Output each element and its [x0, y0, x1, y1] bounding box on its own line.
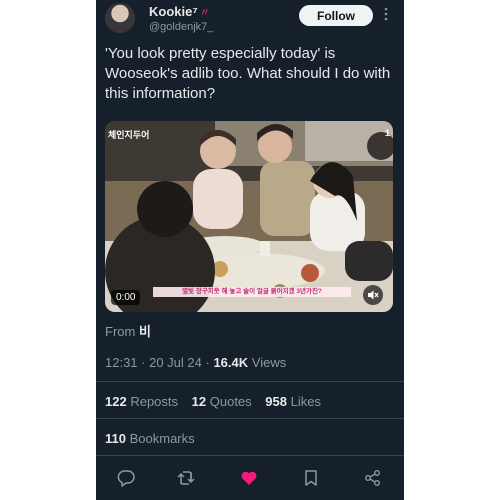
likes-label: Likes	[290, 394, 321, 409]
bookmarks-label: Bookmarks	[129, 431, 195, 446]
tweet-text: 'You look pretty especially today' is Wo…	[105, 45, 391, 102]
views-count: 16.4K	[213, 355, 249, 370]
quotes-stat[interactable]: 12 Quotes	[192, 394, 252, 409]
avatar[interactable]	[105, 3, 135, 33]
likes-count: 958	[265, 394, 287, 409]
from-label: From	[105, 324, 136, 339]
from-row: From 비	[105, 321, 151, 340]
more-options-icon[interactable]	[384, 7, 388, 24]
reposts-count: 122	[105, 394, 127, 409]
divider	[96, 418, 404, 419]
reposts-stat[interactable]: 122 Reposts	[105, 394, 178, 409]
video-duration: 0:00	[111, 290, 141, 305]
mute-icon[interactable]	[363, 285, 383, 305]
show-logo: 체인지두어	[108, 130, 150, 140]
quotes-count: 12	[191, 394, 207, 409]
quotes-label: Quotes	[209, 394, 252, 409]
action-bar	[96, 467, 404, 489]
from-value[interactable]: 비	[139, 324, 151, 339]
show-corner-mark: 1	[384, 128, 390, 138]
divider	[96, 455, 404, 456]
reposts-label: Reposts	[130, 394, 179, 409]
bookmark-icon[interactable]	[300, 467, 322, 489]
repost-icon[interactable]	[175, 467, 197, 489]
likes-stat[interactable]: 958 Likes	[265, 394, 321, 409]
author-name[interactable]: Kookie⁷ 〃	[149, 4, 210, 19]
tweet-meta: 12:31 · 20 Jul 24 · 16.4K Views	[105, 355, 287, 370]
author-handle[interactable]: @goldenjk7_	[149, 21, 213, 33]
author-name-text: Kookie⁷	[149, 4, 198, 19]
follow-button[interactable]: Follow	[299, 5, 373, 26]
tweet-time[interactable]: 12:31	[105, 355, 138, 370]
engagement-stats: 122 Reposts 12 Quotes 958 Likes	[105, 394, 331, 409]
reply-icon[interactable]	[115, 467, 137, 489]
video-player[interactable]: 체인지두어 1 별빛 장구치듯 해 놓고 술이 얼굴 붉어지겠 3년가진? 0:…	[105, 121, 393, 312]
tweet-detail-panel: Kookie⁷ 〃 @goldenjk7_ Follow 'You look pr…	[96, 0, 404, 500]
share-icon[interactable]	[362, 467, 384, 489]
author-badge-icon: 〃	[199, 8, 210, 19]
bookmarks-count: 110	[105, 431, 126, 446]
views-label: Views	[251, 355, 287, 370]
tweet-date[interactable]: 20 Jul 24	[149, 355, 202, 370]
bookmarks-stat[interactable]: 110 Bookmarks	[105, 431, 195, 446]
divider	[96, 381, 404, 382]
video-frame	[105, 121, 393, 312]
like-icon[interactable]	[238, 467, 260, 489]
video-subtitle: 별빛 장구치듯 해 놓고 술이 얼굴 붉어지겠 3년가진?	[153, 287, 351, 297]
